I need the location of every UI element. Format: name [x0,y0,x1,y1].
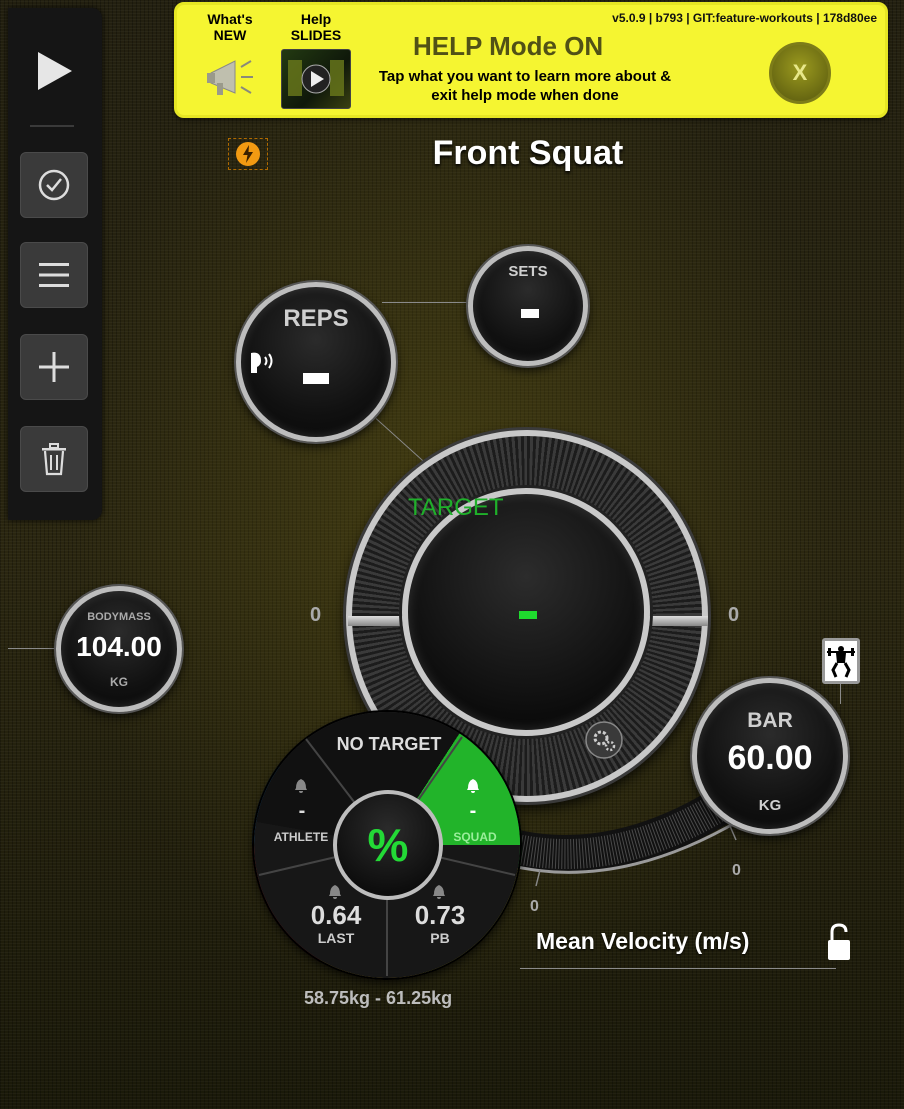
bar-weight-dial[interactable]: BAR 60.00 KG [692,678,848,834]
target-value [519,611,537,619]
help-slides-label[interactable]: Help SLIDES [279,11,353,43]
exercise-type-button[interactable] [822,638,860,684]
help-mode-title: HELP Mode ON [413,31,604,61]
percent-center-button[interactable]: % [333,790,443,900]
bodymass-unit: KG [110,675,128,689]
squat-figure-icon [827,646,855,678]
help-mode-subtitle: Tap what you want to learn more about & … [378,68,672,104]
velocity-axis-zero: 0 [530,898,539,915]
help-slides-thumbnail[interactable] [281,49,351,109]
last-option[interactable]: LAST [298,930,374,946]
reps-value [303,373,329,384]
squad-value: - [469,800,477,822]
sets-dial[interactable]: SETS [468,246,588,366]
bodymass-label: BODYMASS [87,611,151,623]
pb-value: 0.73 [414,900,466,930]
plus-icon [39,352,69,382]
connector-line [8,648,60,649]
target-label: TARGET [408,494,504,521]
megaphone-icon[interactable] [205,53,257,99]
bodymass-value: 104.00 [76,631,162,662]
bar-label: BAR [747,709,793,732]
target-right-bar [648,616,708,626]
weight-range-label: 58.75kg - 61.25kg [304,988,453,1008]
sets-value [521,309,539,318]
trash-icon [42,443,66,476]
reps-label: REPS [283,305,349,332]
sidebar-divider [30,125,74,127]
play-icon [288,60,344,96]
delete-button[interactable] [20,426,88,492]
target-left-bar [348,616,406,626]
bell-icon [467,779,479,793]
version-label: v5.0.9 | b793 | GIT:feature-workouts | 1… [612,11,877,25]
target-dial[interactable]: TARGET [402,488,650,759]
velocity-axis-zero: 0 [732,862,741,879]
help-banner[interactable]: What's NEW Help SLIDES HELP Mode ON Tap … [174,2,888,118]
check-button[interactable] [20,152,88,218]
sidebar [8,8,102,520]
pb-option[interactable]: PB [402,930,478,946]
last-value: 0.64 [310,900,362,930]
connector-line [840,684,841,704]
target-right-zero: 0 [728,604,740,626]
bar-value: 60.00 [727,739,813,777]
voice-speaker-icon[interactable] [247,349,277,375]
athlete-option[interactable]: ATHLETE [266,830,336,844]
reps-dial[interactable]: REPS [236,282,396,442]
exercise-title[interactable]: Front Squat [390,134,666,173]
connector-line [375,418,429,466]
sets-label: SETS [508,263,548,280]
play-icon[interactable] [30,46,80,96]
target-left-zero: 0 [310,604,322,626]
power-badge-button[interactable] [228,138,268,170]
bell-icon [433,885,445,899]
connector-line [520,968,836,969]
squad-option[interactable]: SQUAD [444,830,506,844]
bar-unit: KG [758,797,782,814]
bell-icon [329,885,341,899]
hamburger-menu-icon [39,263,69,287]
athlete-value: - [298,800,306,822]
whats-new-label[interactable]: What's NEW [195,11,265,43]
unlock-icon[interactable] [822,922,856,964]
bell-icon [295,779,307,793]
menu-button[interactable] [20,242,88,308]
no-target-option[interactable]: NO TARGET [334,734,444,754]
lightning-bolt-icon [236,142,260,166]
connector-line [382,302,472,303]
check-circle-icon [38,169,70,201]
mean-velocity-label: Mean Velocity (m/s) [536,928,750,954]
bodymass-dial[interactable]: BODYMASS 104.00 KG [56,586,182,712]
exit-help-button[interactable]: X [769,42,831,104]
add-button[interactable] [20,334,88,400]
